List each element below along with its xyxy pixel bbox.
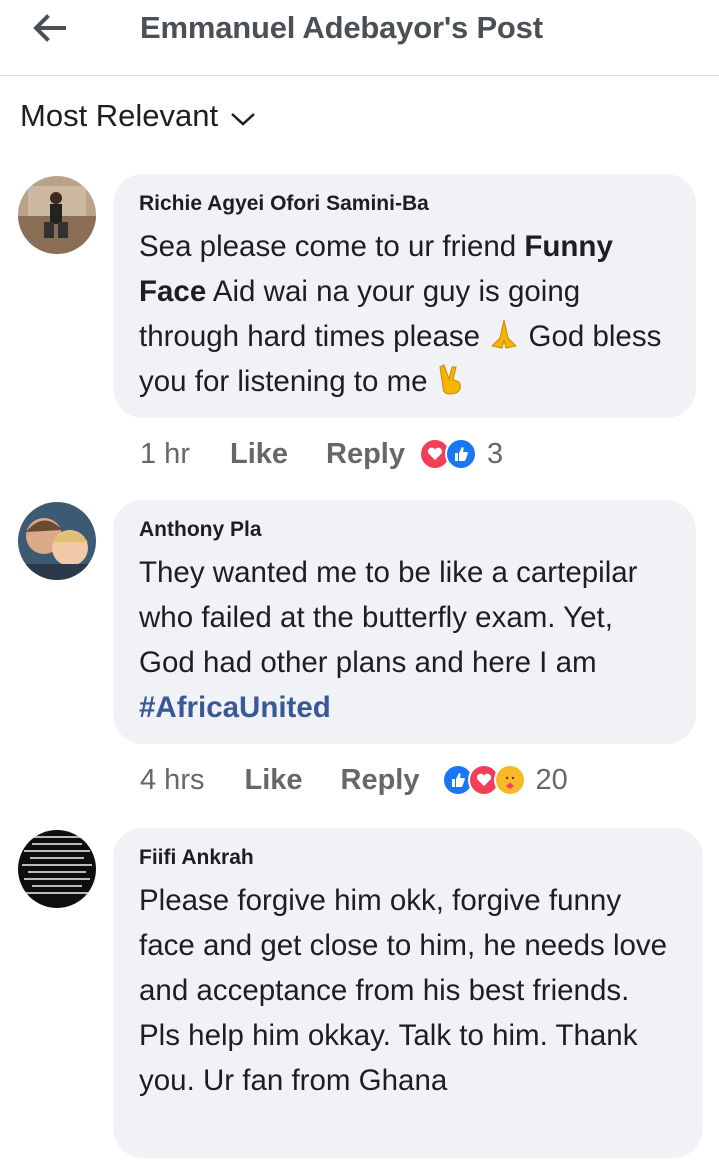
hashtag-link[interactable]: #AfricaUnited [139, 691, 331, 724]
avatar[interactable] [18, 502, 96, 580]
comment-bubble: Fiifi Ankrah Please forgive him okk, for… [113, 828, 703, 1158]
comment-actions: 1 hr Like Reply 3 [140, 434, 503, 474]
comment-text: They wanted me to be like a cartepilar w… [139, 550, 670, 730]
comment-text: Please forgive him okk, forgive funny fa… [139, 884, 668, 1097]
chevron-down-icon [231, 113, 255, 126]
reply-button[interactable]: Reply [341, 764, 420, 797]
avatar-photo-icon [18, 830, 96, 908]
like-button[interactable]: Like [230, 438, 288, 471]
reaction-summary[interactable] [441, 764, 526, 796]
sort-dropdown[interactable]: Most Relevant [20, 96, 256, 136]
comment-bubble: Richie Agyei Ofori Samini-Ba Sea please … [113, 174, 696, 418]
comment-actions: 4 hrs Like Reply 20 [140, 760, 568, 800]
like-button[interactable]: Like [244, 764, 302, 797]
avatar[interactable] [18, 830, 96, 908]
back-button[interactable] [22, 6, 78, 50]
comment-time[interactable]: 1 hr [140, 438, 190, 471]
comment-text-part: Sea please come to ur friend [139, 230, 525, 263]
comment-time[interactable]: 4 hrs [140, 764, 204, 797]
avatar-photo-icon [18, 176, 96, 254]
comment-author[interactable]: Fiifi Ankrah [139, 846, 677, 870]
reaction-count: 3 [487, 437, 504, 470]
comment-author[interactable]: Anthony Pla [139, 518, 670, 542]
comment-text: Sea please come to ur friend Funny Face … [139, 224, 670, 404]
care-reaction-icon [493, 764, 526, 796]
like-reaction-icon [445, 438, 477, 470]
comment-text-part: They wanted me to be like a cartepilar w… [139, 556, 638, 679]
top-bar: Emmanuel Adebayor's Post [0, 0, 719, 76]
arrow-left-icon [33, 14, 66, 42]
victory-hand-icon [439, 364, 461, 395]
reaction-count: 20 [535, 763, 568, 796]
reaction-summary[interactable] [419, 438, 477, 470]
praying-hands-icon [491, 319, 518, 349]
sort-label: Most Relevant [20, 98, 219, 133]
reply-button[interactable]: Reply [326, 438, 405, 471]
avatar[interactable] [18, 176, 96, 254]
comment-author[interactable]: Richie Agyei Ofori Samini-Ba [139, 192, 670, 216]
comment-bubble: Anthony Pla They wanted me to be like a … [113, 500, 696, 744]
avatar-photo-icon [18, 502, 96, 580]
page-title: Emmanuel Adebayor's Post [140, 10, 543, 45]
